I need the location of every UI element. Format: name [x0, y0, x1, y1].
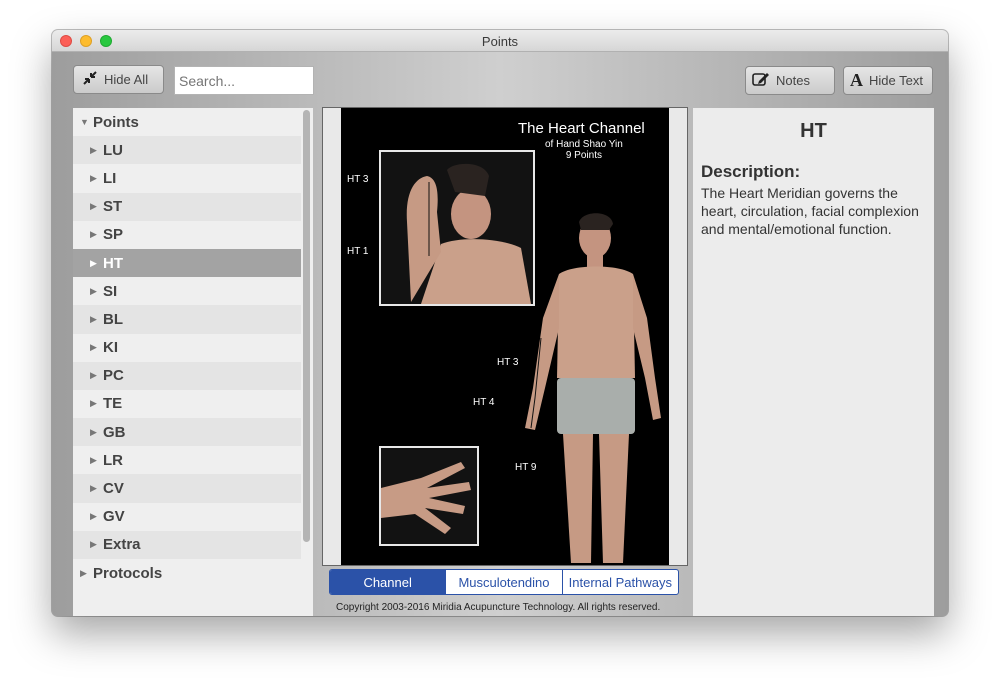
disclosure-right-icon: ▶	[90, 257, 97, 268]
point-label-ht3: HT 3	[497, 357, 519, 368]
disclosure-down-icon: ▼	[80, 117, 89, 128]
disclosure-right-icon: ▶	[90, 342, 97, 353]
tree-item-te[interactable]: ▶ TE	[73, 390, 313, 418]
title-bar: Points	[52, 30, 948, 52]
app-window: Points Hide All Notes A Hide Text ▼ Poin…	[52, 30, 948, 616]
point-label-ht3-inset: HT 3	[347, 174, 369, 185]
tab-internal-pathways[interactable]: Internal Pathways	[561, 570, 678, 594]
tree-root-points[interactable]: ▼ Points	[73, 108, 313, 136]
content-area: Hide All Notes A Hide Text ▼ Points ▶LU …	[52, 52, 948, 616]
tree-item-st[interactable]: ▶ ST	[73, 192, 313, 221]
channel-chart-image: The Heart Channel of Hand Shao Yin 9 Poi…	[322, 107, 688, 566]
tab-musculotendino[interactable]: Musculotendino	[445, 570, 561, 594]
disclosure-right-icon: ▶	[90, 539, 97, 550]
tree-item-lr[interactable]: ▶ LR	[73, 446, 313, 474]
disclosure-right-icon: ▶	[90, 454, 97, 465]
chart-title: The Heart Channel	[518, 120, 645, 137]
description-text: The Heart Meridian governs the heart, ci…	[701, 185, 919, 237]
hide-text-label: Hide Text	[869, 73, 923, 88]
disclosure-right-icon: ▶	[90, 398, 97, 409]
hide-all-label: Hide All	[104, 72, 149, 87]
tree-item-gb[interactable]: ▶ GB	[73, 418, 313, 447]
tree-item-ki[interactable]: ▶ KI	[73, 334, 313, 362]
window-title: Points	[481, 34, 519, 49]
tree-item-bl[interactable]: ▶ BL	[73, 305, 313, 334]
notes-button[interactable]: Notes	[745, 66, 835, 95]
standing-figure-illustration	[525, 213, 661, 563]
search-input[interactable]	[174, 66, 314, 95]
chart-subtitle: of Hand Shao Yin 9 Points	[545, 139, 623, 161]
view-tabs: Channel Musculotendino Internal Pathways	[329, 569, 679, 595]
disclosure-right-icon: ▶	[90, 511, 97, 522]
points-tree: ▼ Points ▶ LU ▶ LI ▶ ST ▶ SP ▶ HT ▶ SI ▶ BL ▶ KI…	[73, 108, 313, 616]
tree-item-sp[interactable]: ▶ SP	[73, 221, 313, 249]
tree-item-cv[interactable]: ▶ CV	[73, 474, 313, 503]
disclosure-right-icon: ▶	[90, 285, 97, 296]
disclosure-right-icon: ▶	[90, 172, 97, 183]
tree-item-si[interactable]: ▶ SI	[73, 277, 313, 305]
tree-item-li[interactable]: ▶ LI	[73, 164, 313, 192]
sidebar-scrollbar[interactable]	[301, 108, 313, 616]
disclosure-right-icon: ▶	[90, 426, 97, 437]
point-code: HT	[800, 120, 827, 142]
tree-item-pc[interactable]: ▶ PC	[73, 361, 313, 390]
chart-subtitle-line1: of Hand Shao Yin	[545, 139, 623, 150]
description-panel: HT Description: The Heart Meridian gover…	[693, 108, 934, 616]
chart-subtitle-line2: 9 Points	[565, 150, 602, 161]
text-letter-icon: A	[850, 70, 863, 90]
tree-item-gv[interactable]: ▶ GV	[73, 503, 313, 531]
tree-root-protocols[interactable]: ▶ Protocols	[73, 559, 313, 587]
hide-all-button[interactable]: Hide All	[73, 65, 164, 94]
disclosure-right-icon: ▶	[80, 567, 87, 578]
disclosure-right-icon: ▶	[90, 201, 97, 212]
disclosure-right-icon: ▶	[90, 144, 97, 155]
tree-item-extra[interactable]: ▶ Extra	[73, 530, 313, 559]
disclosure-right-icon: ▶	[90, 229, 97, 240]
point-label-ht1-inset: HT 1	[347, 246, 369, 257]
hide-text-button[interactable]: A Hide Text	[843, 66, 933, 95]
edit-note-icon	[752, 71, 770, 91]
point-label-ht4: HT 4	[473, 397, 495, 408]
tab-channel[interactable]: Channel	[330, 570, 446, 594]
disclosure-right-icon: ▶	[90, 370, 97, 381]
scrollbar-thumb[interactable]	[303, 110, 310, 542]
notes-label: Notes	[776, 73, 810, 88]
tree-item-lu[interactable]: ▶ LU	[73, 136, 313, 165]
disclosure-right-icon: ▶	[90, 313, 97, 324]
hand-inset-photo	[379, 446, 479, 546]
disclosure-right-icon: ▶	[90, 483, 97, 494]
arm-inset-photo	[379, 150, 535, 306]
tree-item-ht[interactable]: ▶ HT	[73, 248, 313, 278]
point-label-ht9: HT 9	[515, 462, 537, 473]
image-margin-left	[323, 108, 341, 565]
collapse-arrows-icon	[82, 70, 98, 90]
description-heading: Description:	[701, 162, 801, 181]
copyright-text: Copyright 2003-2016 Miridia Acupuncture …	[336, 602, 661, 613]
